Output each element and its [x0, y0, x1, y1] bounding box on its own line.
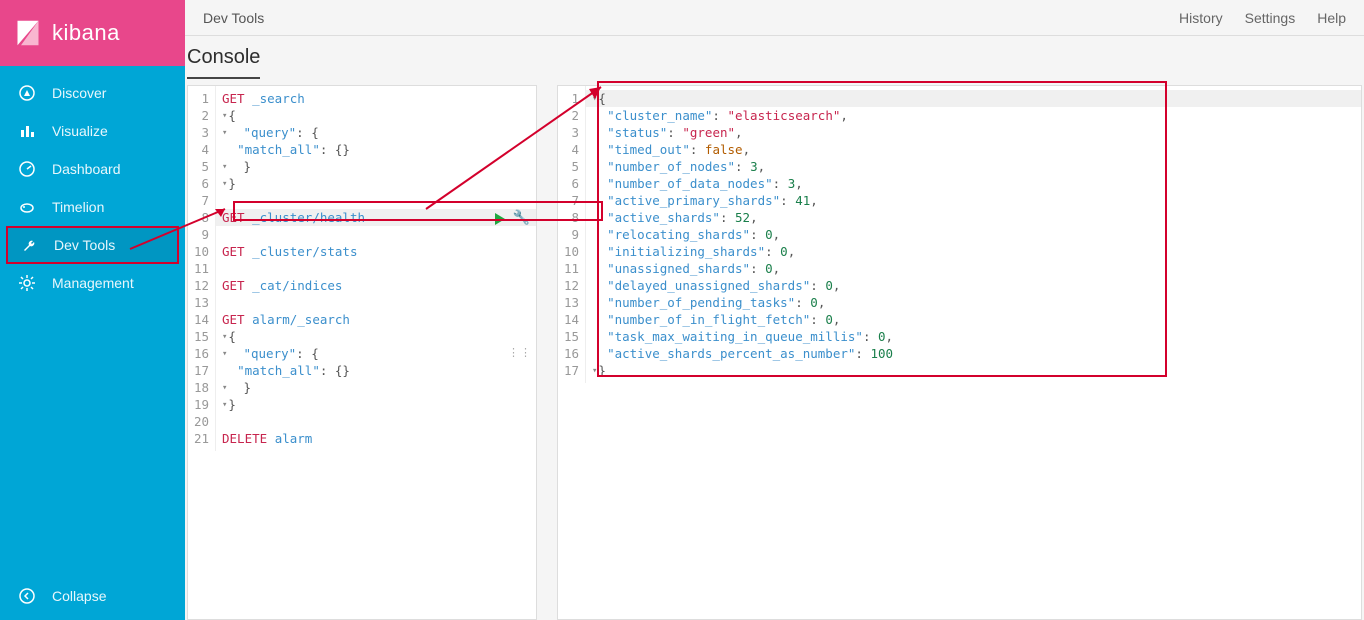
- sidebar-item-label: Management: [52, 275, 134, 291]
- collapse-icon: [18, 587, 36, 605]
- request-gutter: 123456789101112131415161718192021: [188, 86, 216, 451]
- run-request-icon[interactable]: [495, 213, 505, 225]
- request-editor[interactable]: 123456789101112131415161718192021 GET _s…: [187, 85, 537, 620]
- sidebar-item-label: Timelion: [52, 199, 104, 215]
- request-options-icon[interactable]: 🔧: [513, 210, 530, 227]
- response-gutter: 1234567891011121314151617: [558, 86, 586, 383]
- brand-name: kibana: [52, 20, 120, 46]
- compass-icon: [18, 84, 36, 102]
- console-tabs: Console: [185, 36, 1364, 79]
- topbar-link-help[interactable]: Help: [1317, 10, 1346, 26]
- kibana-logo-icon: [14, 19, 42, 47]
- console-tab[interactable]: Console: [187, 42, 260, 79]
- wrench-icon: [20, 236, 38, 254]
- sidebar: kibana Discover Visualize Dashboard Timelio…: [0, 0, 185, 620]
- topbar-link-history[interactable]: History: [1179, 10, 1223, 26]
- gauge-icon: [18, 160, 36, 178]
- topbar-links: History Settings Help: [1179, 10, 1346, 26]
- main-area: Dev Tools History Settings Help Console 12…: [185, 0, 1364, 620]
- sidebar-item-label: Discover: [52, 85, 106, 101]
- topbar-title: Dev Tools: [203, 10, 1179, 26]
- collapse-toggle[interactable]: Collapse: [0, 572, 185, 620]
- sidebar-item-dashboard[interactable]: Dashboard: [0, 150, 185, 188]
- sidebar-item-visualize[interactable]: Visualize: [0, 112, 185, 150]
- topbar-link-settings[interactable]: Settings: [1245, 10, 1296, 26]
- sidebar-item-management[interactable]: Management: [0, 264, 185, 302]
- gear-icon: [18, 274, 36, 292]
- request-code[interactable]: GET _search▾{▾ "query": { "match_all": {…: [216, 86, 536, 451]
- sidebar-item-timelion[interactable]: Timelion: [0, 188, 185, 226]
- response-viewer: 1234567891011121314151617 ▾{ "cluster_na…: [557, 85, 1362, 620]
- response-code[interactable]: ▾{ "cluster_name": "elasticsearch", "sta…: [586, 86, 1361, 383]
- sidebar-item-label: Visualize: [52, 123, 108, 139]
- brand-logo[interactable]: kibana: [0, 0, 185, 66]
- sidebar-nav: Discover Visualize Dashboard Timelion Dev To…: [0, 66, 185, 572]
- collapse-label: Collapse: [52, 588, 106, 604]
- console-panes: 123456789101112131415161718192021 GET _s…: [185, 79, 1364, 620]
- pane-resize-handle[interactable]: ⋮⋮: [508, 344, 532, 361]
- barchart-icon: [18, 122, 36, 140]
- sidebar-item-dev-tools[interactable]: Dev Tools: [6, 226, 179, 264]
- sidebar-item-label: Dev Tools: [54, 237, 115, 253]
- topbar: Dev Tools History Settings Help: [185, 0, 1364, 36]
- sidebar-item-discover[interactable]: Discover: [0, 74, 185, 112]
- sidebar-item-label: Dashboard: [52, 161, 121, 177]
- piggy-icon: [18, 198, 36, 216]
